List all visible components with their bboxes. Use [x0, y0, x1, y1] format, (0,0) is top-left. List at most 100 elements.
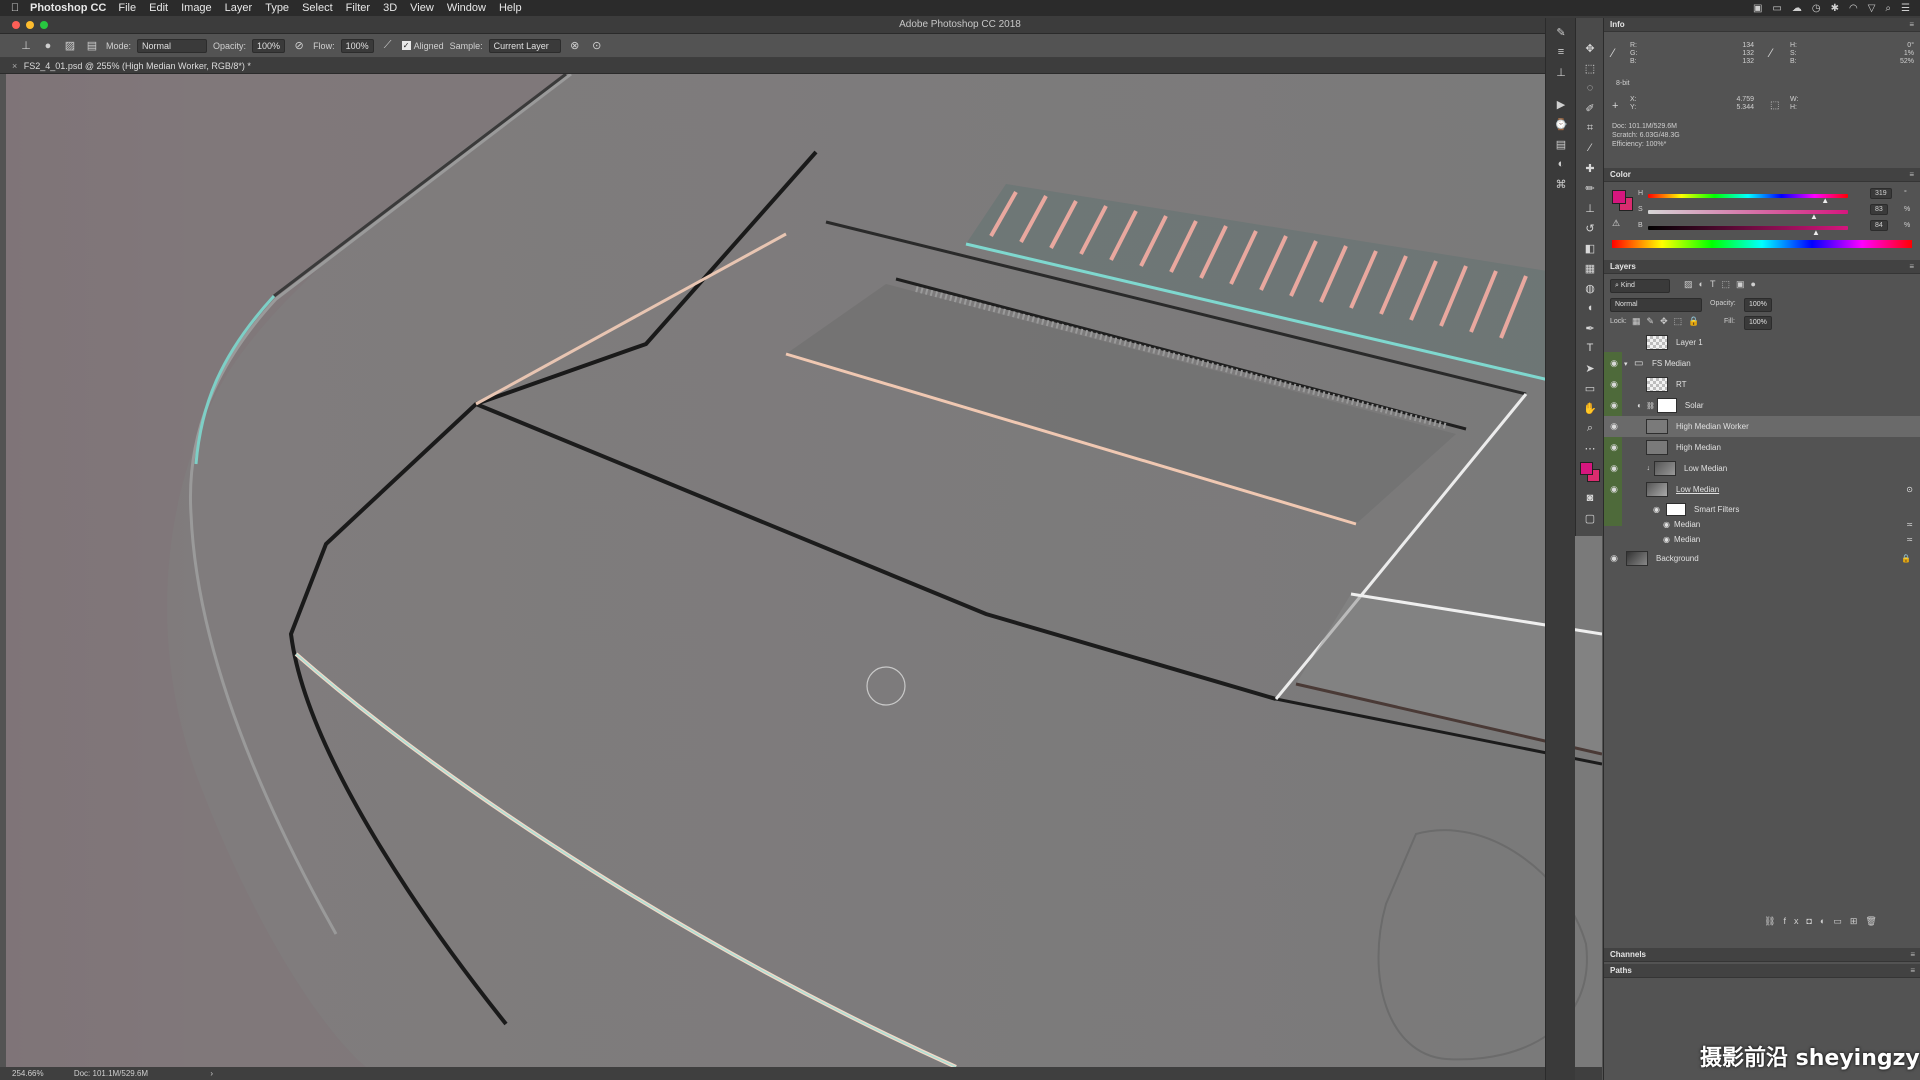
styles-panel-icon[interactable]: ⌘	[1546, 174, 1576, 194]
adjustments-panel-icon[interactable]: ◐	[1546, 154, 1576, 174]
eye-icon[interactable]: ◉	[1604, 437, 1624, 458]
lock-artboard-icon[interactable]: ⬚	[1674, 316, 1689, 326]
menu-help[interactable]: Help	[499, 2, 522, 14]
hand-tool-icon[interactable]: ✋	[1576, 398, 1604, 418]
brightness-slider-thumb[interactable]: ▲	[1812, 228, 1820, 237]
time-machine-icon[interactable]: ◷	[1812, 3, 1821, 14]
eye-icon[interactable]: ◉	[1604, 374, 1624, 395]
eye-icon[interactable]: ◉	[1604, 395, 1624, 416]
chevron-down-icon[interactable]: ▾	[1624, 360, 1634, 368]
visibility-off[interactable]	[1604, 332, 1624, 353]
minimize-window-button[interactable]	[26, 21, 34, 29]
kind-filter-select[interactable]: ⌕ Kind	[1610, 279, 1670, 293]
blur-tool-icon[interactable]: ◍	[1576, 278, 1604, 298]
smart-object-icon[interactable]: ⊙	[1906, 485, 1913, 494]
saturation-input[interactable]: 83	[1870, 204, 1888, 215]
filter-row[interactable]: ◉ Median ≍	[1604, 532, 1920, 547]
link-layers-icon[interactable]: ⛓	[1764, 916, 1783, 926]
filter-options-icon[interactable]: ≍	[1906, 520, 1913, 529]
saturation-slider-thumb[interactable]: ▲	[1810, 212, 1818, 221]
fx-icon[interactable]: fx	[1783, 916, 1806, 926]
brush-panel-icon[interactable]: ✎	[1546, 22, 1576, 42]
eraser-tool-icon[interactable]: ◧	[1576, 238, 1604, 258]
panel-menu-icon[interactable]: ≡	[1910, 964, 1915, 978]
filter-options-icon[interactable]: ≍	[1906, 535, 1913, 544]
color-ramp[interactable]	[1612, 240, 1912, 248]
eye-icon[interactable]: ◉	[1604, 458, 1624, 479]
brush-settings-panel-icon[interactable]: ≡	[1546, 42, 1576, 62]
layer-row[interactable]: ◉ RT	[1604, 374, 1920, 395]
apple-icon[interactable]: 	[0, 2, 30, 14]
blend-mode-select[interactable]: Normal	[1610, 298, 1702, 312]
eye-icon[interactable]: ◉	[1604, 548, 1624, 569]
menu-file[interactable]: File	[118, 2, 136, 14]
brush-settings-icon[interactable]: ▨	[62, 38, 78, 54]
image-canvas[interactable]	[6, 74, 1602, 1067]
menu-window[interactable]: Window	[447, 2, 486, 14]
menu-3d[interactable]: 3D	[383, 2, 397, 14]
pen-tool-icon[interactable]: ✒	[1576, 318, 1604, 338]
lock-position-icon[interactable]: ✥	[1660, 316, 1674, 326]
lasso-tool-icon[interactable]: ◌	[1576, 78, 1604, 98]
zoom-tool-icon[interactable]: ⌕	[1576, 418, 1604, 438]
type-tool-icon[interactable]: T	[1576, 338, 1604, 358]
hue-slider-thumb[interactable]: ▲	[1821, 196, 1829, 205]
shape-filter-icon[interactable]: ⬚	[1721, 279, 1736, 289]
layer-row[interactable]: ◉ ◐ ⛓ Solar	[1604, 395, 1920, 416]
eye-icon[interactable]: ◉	[1604, 479, 1624, 500]
eye-icon[interactable]: ◉	[1604, 535, 1674, 544]
eye-icon[interactable]: ◉	[1604, 520, 1674, 529]
screen-icon[interactable]: ▣	[1753, 3, 1762, 14]
clone-source-icon[interactable]: ▤	[84, 38, 100, 54]
healing-tool-icon[interactable]: ✚	[1576, 158, 1604, 178]
sample-select[interactable]: Current Layer	[488, 38, 561, 53]
hue-slider[interactable]	[1648, 194, 1848, 198]
fill-input[interactable]: 100%	[1744, 316, 1772, 330]
info-panel-header[interactable]: Info ≡	[1604, 18, 1920, 32]
smart-filters-row[interactable]: ◉ Smart Filters	[1604, 500, 1920, 518]
smart-object-filter-icon[interactable]: ▣	[1736, 279, 1751, 289]
lock-all-icon[interactable]: 🔒	[1688, 316, 1705, 326]
layer-row-selected[interactable]: ◉ High Median Worker	[1604, 416, 1920, 437]
pressure-opacity-icon[interactable]: ⊘	[291, 38, 307, 54]
panel-menu-icon[interactable]: ≡	[1909, 18, 1914, 32]
eye-icon[interactable]: ◉	[1604, 353, 1624, 374]
app-menu[interactable]: Photoshop CC	[30, 2, 106, 14]
list-icon[interactable]: ☰	[1901, 3, 1910, 14]
pixel-filter-icon[interactable]: ▨	[1684, 279, 1699, 289]
zoom-level[interactable]: 254.66%	[12, 1069, 44, 1078]
shape-tool-icon[interactable]: ▭	[1576, 378, 1604, 398]
airplay-icon[interactable]: ▽	[1868, 3, 1876, 14]
crop-tool-icon[interactable]: ⌗	[1576, 118, 1604, 138]
layer-row[interactable]: ◉ ↓ Low Median	[1604, 458, 1920, 479]
layer-row[interactable]: ◉ Background 🔒	[1604, 548, 1920, 569]
mode-select[interactable]: Normal	[137, 38, 208, 53]
delete-layer-icon[interactable]: 🗑	[1865, 916, 1884, 926]
filter-toggle-icon[interactable]: ●	[1750, 279, 1761, 289]
history-panel-icon[interactable]: ⌚	[1546, 114, 1576, 134]
brush-tool-icon[interactable]: ✏	[1576, 178, 1604, 198]
new-layer-icon[interactable]: ⊞	[1850, 916, 1866, 926]
properties-panel-icon[interactable]: ▤	[1546, 134, 1576, 154]
close-tab-icon[interactable]: ×	[12, 61, 17, 71]
move-tool-icon[interactable]: ✥	[1576, 38, 1604, 58]
dodge-tool-icon[interactable]: ◖	[1576, 298, 1604, 318]
lock-pixels-icon[interactable]: ✎	[1647, 316, 1661, 326]
creative-cloud-icon[interactable]: ☁	[1792, 3, 1802, 14]
path-select-tool-icon[interactable]: ➤	[1576, 358, 1604, 378]
actions-panel-icon[interactable]: ▶	[1546, 94, 1576, 114]
clone-stamp-tool-icon[interactable]: ⊥	[18, 38, 34, 54]
panel-menu-icon[interactable]: ≡	[1909, 168, 1914, 182]
eye-icon[interactable]: ◉	[1604, 505, 1666, 514]
layer-row[interactable]: ◉ Low Median ⊙	[1604, 479, 1920, 500]
layer-row[interactable]: Layer 1	[1604, 332, 1920, 353]
history-brush-tool-icon[interactable]: ↺	[1576, 218, 1604, 238]
color-panel-header[interactable]: Color ≡	[1604, 168, 1920, 182]
layers-panel-header[interactable]: Layers ≡	[1604, 260, 1920, 274]
search-icon[interactable]: ⌕	[1885, 3, 1891, 14]
display-icon[interactable]: ▭	[1772, 3, 1781, 14]
menu-image[interactable]: Image	[181, 2, 212, 14]
layer-row[interactable]: ◉ High Median	[1604, 437, 1920, 458]
layer-group-row[interactable]: ◉ ▾ ▭ FS Median	[1604, 353, 1920, 374]
status-arrow-icon[interactable]: ›	[210, 1069, 213, 1078]
